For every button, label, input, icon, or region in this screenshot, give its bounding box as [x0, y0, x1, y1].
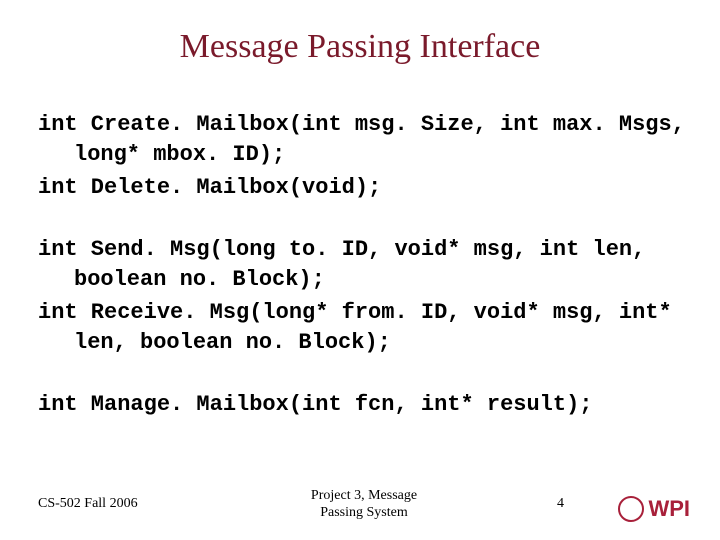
- spacer: [38, 207, 690, 235]
- wpi-seal-icon: [618, 496, 644, 522]
- footer-project-line2: Passing System: [320, 505, 408, 520]
- code-line: int Create. Mailbox(int msg. Size, int m…: [38, 110, 690, 169]
- footer-project-line1: Project 3, Message: [311, 488, 417, 503]
- code-line: int Receive. Msg(long* from. ID, void* m…: [38, 298, 690, 357]
- code-body: int Create. Mailbox(int msg. Size, int m…: [38, 110, 690, 424]
- footer-project: Project 3, Message Passing System: [38, 488, 690, 522]
- page-number: 4: [557, 496, 564, 512]
- wpi-wordmark: WPI: [648, 496, 690, 522]
- spacer: [38, 362, 690, 390]
- slide: Message Passing Interface int Create. Ma…: [0, 0, 720, 540]
- slide-title: Message Passing Interface: [0, 28, 720, 66]
- code-line: int Manage. Mailbox(int fcn, int* result…: [38, 390, 690, 420]
- code-line: int Send. Msg(long to. ID, void* msg, in…: [38, 235, 690, 294]
- wpi-logo: WPI: [618, 496, 690, 522]
- code-line: int Delete. Mailbox(void);: [38, 173, 690, 203]
